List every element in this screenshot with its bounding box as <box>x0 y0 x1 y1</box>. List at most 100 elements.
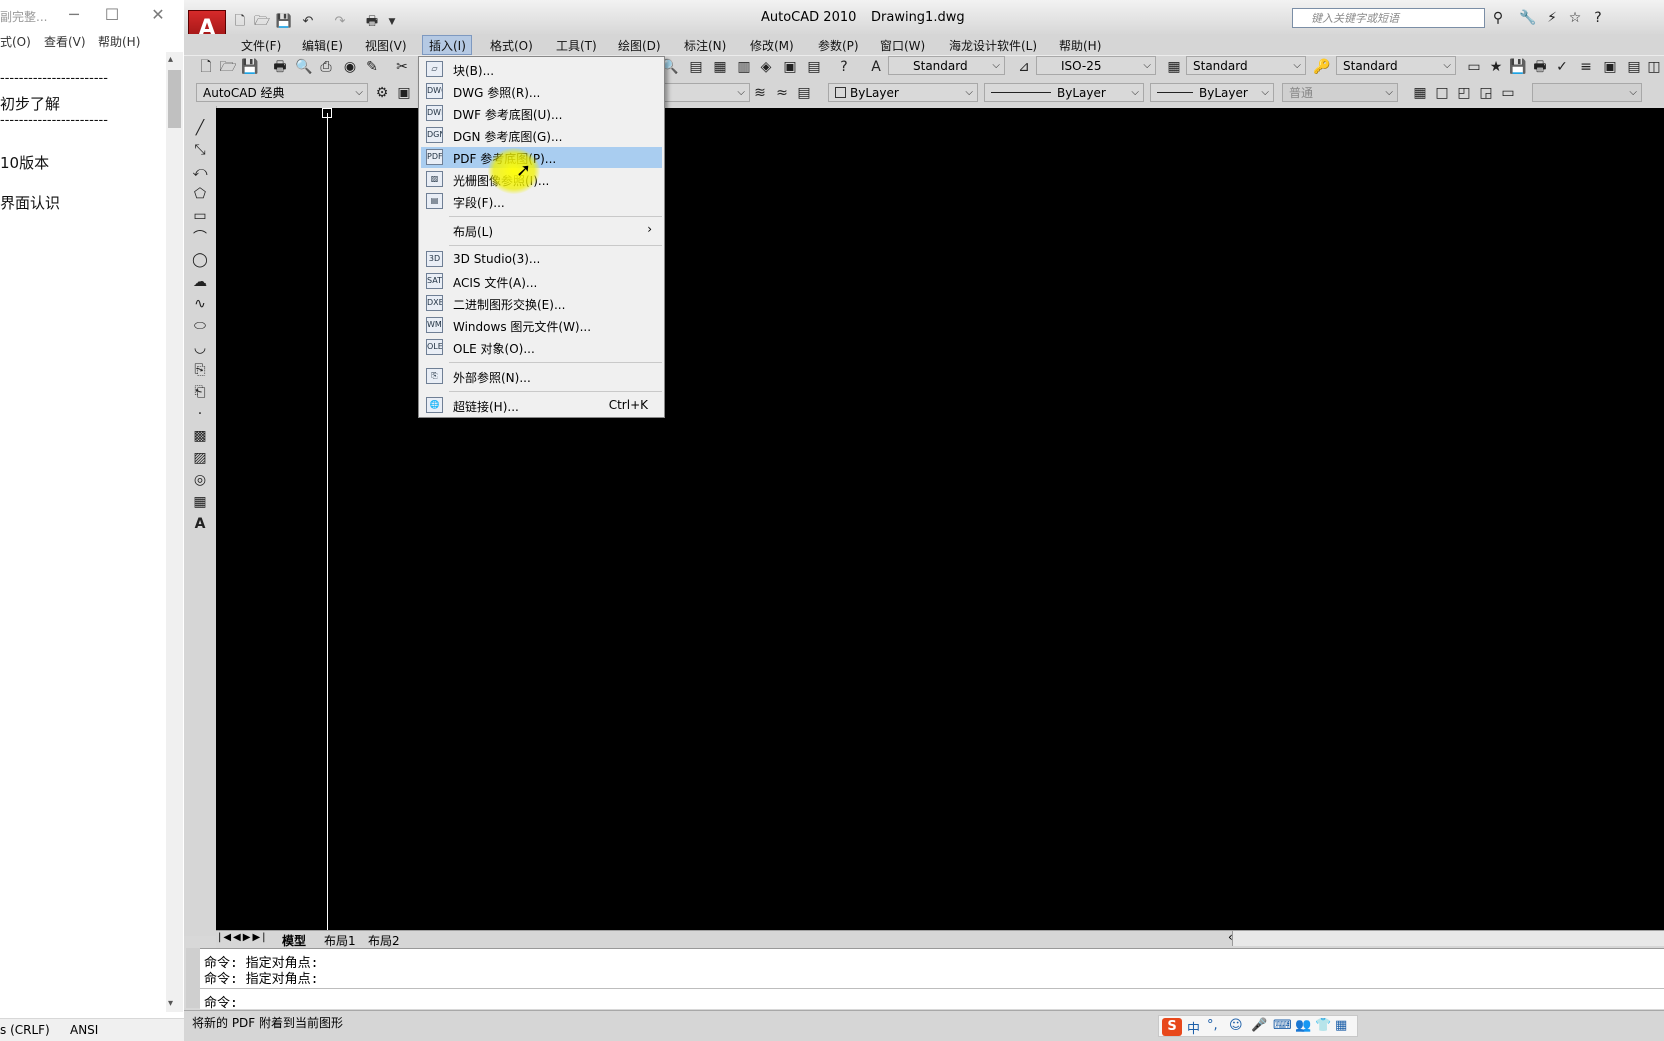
menu-item-binary-dxf[interactable]: DXB 二进制图形交换(E)... <box>421 293 662 314</box>
save-icon[interactable]: 💾 <box>240 57 260 77</box>
scroll-up-icon[interactable]: ▴ <box>168 54 173 65</box>
menu-edit[interactable]: 编辑(E) <box>302 37 343 54</box>
menu-view[interactable]: 视图(V) <box>365 37 407 54</box>
clip-viewport-icon[interactable]: ▭ <box>1498 83 1518 103</box>
layers-icon[interactable]: ≡ <box>1576 57 1596 77</box>
single-viewport-icon[interactable]: □ <box>1432 83 1452 103</box>
circle-icon[interactable]: ◯ <box>190 250 210 270</box>
minimize-icon[interactable]: ─ <box>62 3 86 27</box>
menu-item-layout[interactable]: 布局(L) › <box>421 220 662 241</box>
tab-model[interactable]: 模型 <box>282 932 306 949</box>
workspace-settings-gear-icon[interactable]: ⚙ <box>372 83 392 103</box>
layer-states-icon[interactable]: ▤ <box>794 83 814 103</box>
qat-dropdown-icon[interactable]: ▼ <box>382 12 402 32</box>
command-prompt[interactable]: 命令: <box>204 992 238 1011</box>
notepad-text-area[interactable]: ----------------------- 初步了解 -----------… <box>0 52 166 1012</box>
notepad-scroll-thumb[interactable] <box>168 70 181 128</box>
polygonal-viewport-icon[interactable]: ◰ <box>1454 83 1474 103</box>
line-icon[interactable]: ╱ <box>190 118 210 138</box>
plot-preview-icon[interactable]: 🔍 <box>294 57 314 77</box>
ime-toolbox-icon[interactable]: ▦ <box>1335 1018 1347 1033</box>
redo-icon[interactable]: ↷ <box>330 12 350 32</box>
viewports-icon[interactable]: ▦ <box>1410 83 1430 103</box>
arc-icon[interactable]: ⌒ <box>190 228 210 248</box>
maximize-icon[interactable]: ☐ <box>100 3 124 27</box>
communication-center-icon[interactable]: ⚡ <box>1542 8 1562 28</box>
hatch-icon[interactable]: ▩ <box>190 426 210 446</box>
linetype-select[interactable]: ByLayer ⌵ <box>984 83 1144 102</box>
dim-style-select[interactable]: ISO-25 ⌵ <box>1036 56 1156 75</box>
workspace-select[interactable]: AutoCAD 经典 ⌵ <box>196 83 368 102</box>
layer-merge-icon[interactable]: ◫ <box>1644 57 1664 77</box>
menu-item-dwf-underlay[interactable]: DWF DWF 参考底图(U)... <box>421 103 662 124</box>
menu-dimension[interactable]: 标注(N) <box>684 37 726 54</box>
menu-item-external-reference[interactable]: ⎘ 外部参照(N)... <box>421 366 662 387</box>
mleader-style-select[interactable]: Standard ⌵ <box>1336 56 1456 75</box>
wrench-icon[interactable]: 🔧 <box>1518 8 1538 28</box>
menu-tools[interactable]: 工具(T) <box>556 37 597 54</box>
scroll-down-icon[interactable]: ▾ <box>168 998 173 1009</box>
menu-item-raster-image[interactable]: ▨光栅图像参照(I)... <box>421 169 662 190</box>
menu-format[interactable]: 格式(O) <box>490 37 533 54</box>
polygon-icon[interactable]: ⬠ <box>190 184 210 204</box>
ime-keyboard-icon[interactable]: ⌨ <box>1273 1018 1292 1033</box>
multiline-text-icon[interactable]: A <box>190 514 210 534</box>
markup-icon[interactable]: ▣ <box>780 57 800 77</box>
menu-help[interactable]: 帮助(H) <box>1059 37 1101 54</box>
publish-icon[interactable]: ⎙ <box>316 57 336 77</box>
layer-walk-icon[interactable]: ▤ <box>1624 57 1644 77</box>
table-style-select[interactable]: Standard ⌵ <box>1186 56 1306 75</box>
match-properties-icon[interactable]: ✓ <box>1552 57 1572 77</box>
menu-draw[interactable]: 绘图(D) <box>618 37 661 54</box>
undo-icon[interactable]: ↶ <box>298 12 318 32</box>
notepad-menu-format[interactable]: 式(O) <box>0 33 31 50</box>
menu-item-windows-metafile[interactable]: WMF Windows 图元文件(W)... <box>421 315 662 336</box>
insert-block-icon[interactable]: ⎘ <box>190 360 210 380</box>
point-icon[interactable]: · <box>190 404 210 424</box>
layer-state-icon[interactable]: ★ <box>1486 57 1506 77</box>
region-icon[interactable]: ◎ <box>190 470 210 490</box>
construction-line-icon[interactable]: ⤡ <box>190 140 210 160</box>
menu-file[interactable]: 文件(F) <box>241 37 281 54</box>
help-icon[interactable]: ? <box>834 57 854 77</box>
horizontal-scrollbar[interactable] <box>1232 931 1664 946</box>
menu-item-dgn-underlay[interactable]: DGN DGN 参考底图(G)... <box>421 125 662 146</box>
tool-palettes-icon[interactable]: ▥ <box>734 57 754 77</box>
printer-icon[interactable]: 🖶 <box>1530 57 1550 77</box>
binoculars-icon[interactable]: ⚲ <box>1488 8 1508 28</box>
ime-chinese-mode[interactable]: 中 <box>1187 1018 1200 1037</box>
sheet-set-icon[interactable]: ◈ <box>756 57 776 77</box>
search-input[interactable]: 键入关键字或短语 <box>1292 8 1485 28</box>
menu-window[interactable]: 窗口(W) <box>880 37 925 54</box>
open-icon[interactable]: 🗁 <box>218 57 238 77</box>
ime-emoji-icon[interactable]: ☺ <box>1229 1018 1243 1033</box>
save-icon[interactable]: 💾 <box>274 12 294 32</box>
plotstyle-select[interactable]: 普通 ⌵ <box>1282 83 1398 102</box>
window-icon[interactable]: ▭ <box>1464 57 1484 77</box>
menu-item-field[interactable]: ▤ 字段(F)... <box>421 191 662 212</box>
make-block-icon[interactable]: ⎗ <box>190 382 210 402</box>
menu-parametric[interactable]: 参数(P) <box>818 37 859 54</box>
notepad-menu-view[interactable]: 查看(V) <box>44 33 86 50</box>
calculator-icon[interactable]: ▤ <box>804 57 824 77</box>
convert-viewport-icon[interactable]: ◲ <box>1476 83 1496 103</box>
plot-icon[interactable]: 🖶 <box>270 57 290 77</box>
color-select[interactable]: ByLayer ⌵ <box>828 83 978 102</box>
dim-style-icon[interactable]: ⊿ <box>1014 57 1034 77</box>
save-layer-icon[interactable]: 💾 <box>1508 57 1528 77</box>
menu-item-3d-studio[interactable]: 3D 3D Studio(3)... <box>421 249 662 270</box>
polyline-icon[interactable]: ⤺ <box>190 162 210 182</box>
layer-combo-tail[interactable]: ⌵ <box>664 83 750 102</box>
menu-item-block[interactable]: ▱ 块(B)... <box>421 59 662 80</box>
menu-hailong-design[interactable]: 海龙设计软件(L) <box>949 37 1037 54</box>
menu-item-acis-file[interactable]: SAT ACIS 文件(A)... <box>421 271 662 292</box>
isolate-icon[interactable]: ▣ <box>1600 57 1620 77</box>
lineweight-select[interactable]: ByLayer ⌵ <box>1150 83 1274 102</box>
etransmit-icon[interactable]: ✎ <box>362 57 382 77</box>
viewport-scale-select[interactable]: ⌵ <box>1532 83 1642 102</box>
make-layer-current-icon[interactable]: ≋ <box>750 83 770 103</box>
ime-skin-icon[interactable]: 👕 <box>1315 1018 1331 1033</box>
ime-punctuation-icon[interactable]: °, <box>1207 1018 1218 1033</box>
menu-modify[interactable]: 修改(M) <box>750 37 794 54</box>
help-icon[interactable]: ? <box>1588 8 1608 28</box>
